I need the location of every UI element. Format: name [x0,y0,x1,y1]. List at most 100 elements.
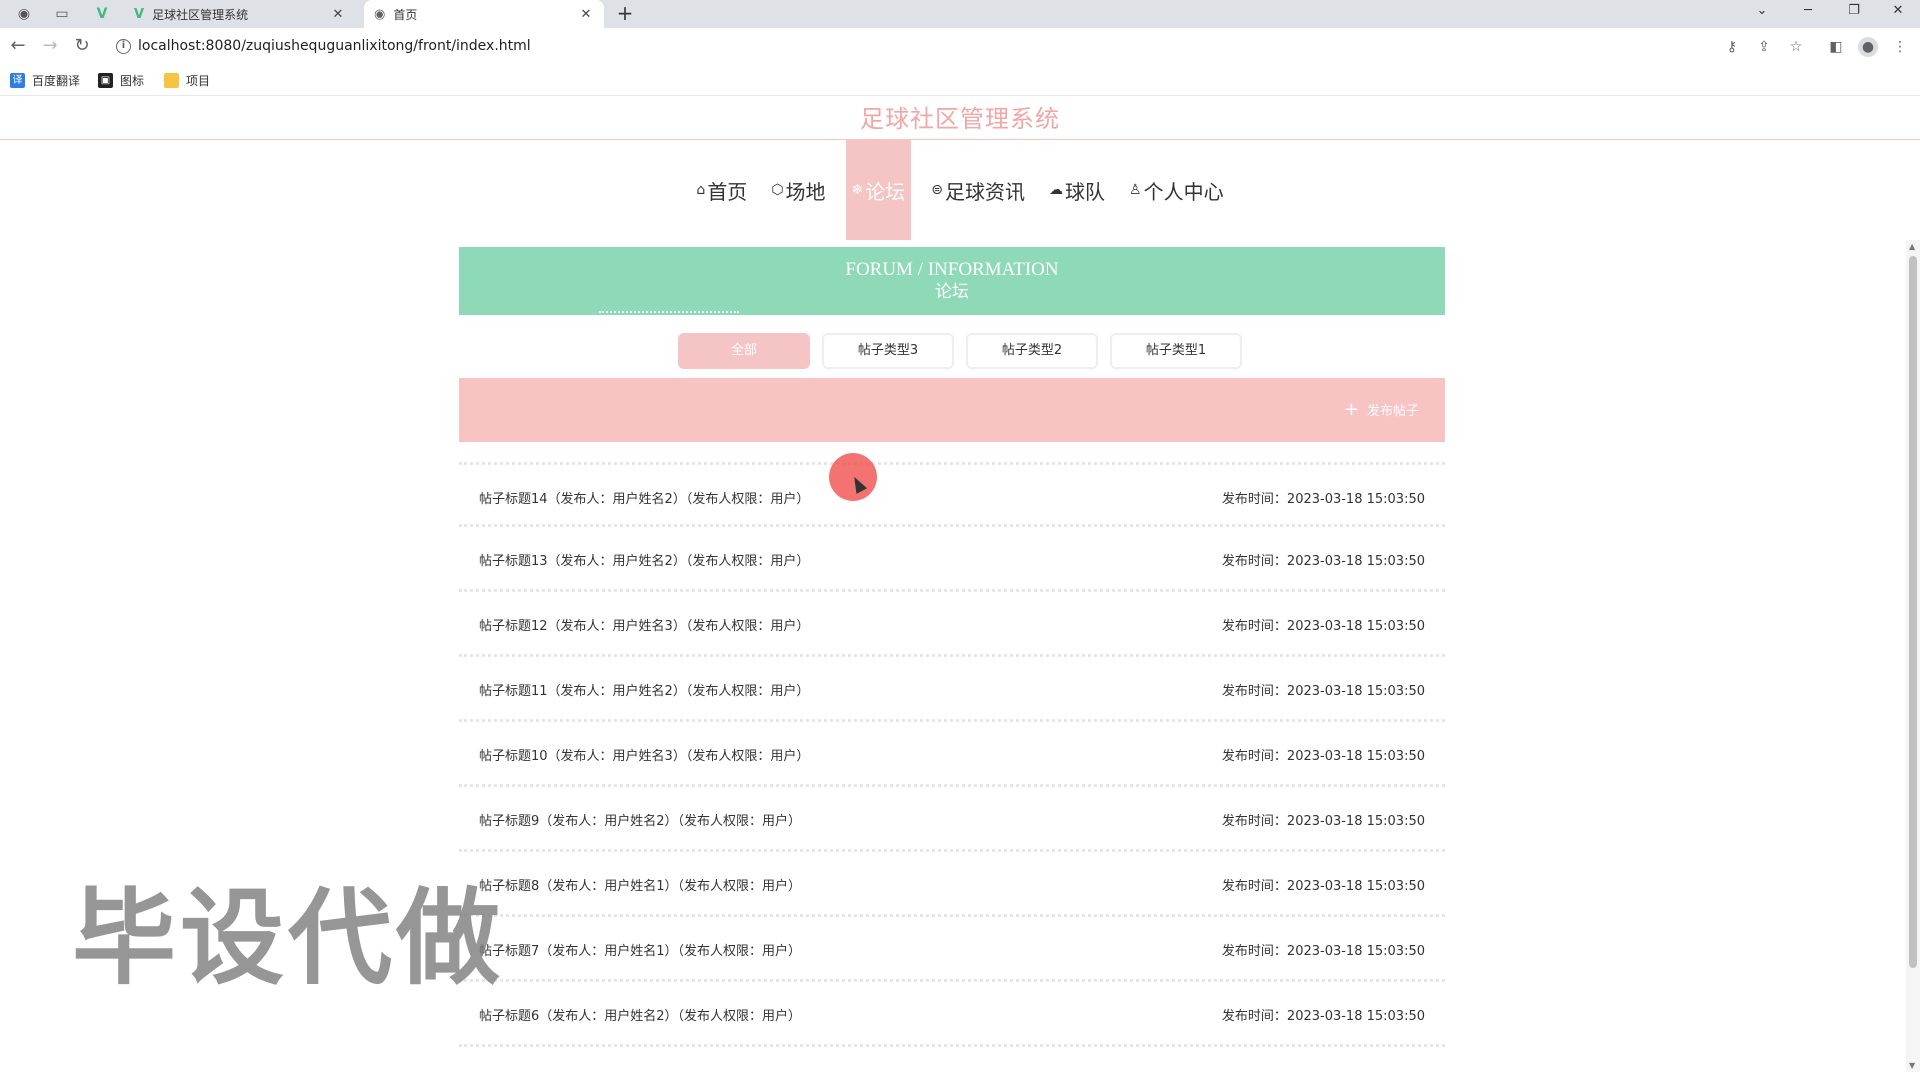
bookmark-baidu-translate[interactable]: 译 百度翻译 [10,72,80,89]
vue-logo-icon: V [134,6,145,22]
tab-search-icon[interactable]: ⌄ [1740,0,1784,24]
nav-item-news[interactable]: ⊜ 足球资讯 [927,140,1029,240]
page-scrollbar[interactable]: ▲ ▼ [1906,240,1920,1072]
globe-icon: ◉ [374,6,386,22]
scroll-down-icon[interactable]: ▼ [1909,1061,1915,1070]
scroll-up-icon[interactable]: ▲ [1909,242,1915,251]
cloud-icon: ☁ [1049,182,1064,198]
bookmark-label: 项目 [186,74,211,88]
list-item[interactable]: 帖子标题6（发布人：用户姓名2）（发布人权限：用户） 发布时间：2023-03-1… [459,982,1445,1047]
post-time: 发布时间：2023-03-18 15:03:50 [1221,944,1425,959]
new-post-label: 发布帖子 [1366,404,1419,419]
window-close-button[interactable]: ✕ [1876,0,1920,24]
nav-label: 球队 [1065,179,1106,204]
bookmarks-bar: 译 百度翻译 ▣ 图标 项目 [0,66,1920,96]
nav-label: 个人中心 [1143,179,1224,204]
home-icon: ⌂ [696,182,706,198]
profile-icon[interactable]: ● [1858,37,1878,57]
user-icon: ♙ [1129,182,1142,198]
post-time: 发布时间：2023-03-18 15:03:50 [1221,814,1425,829]
key-icon[interactable]: ⚷ [1722,37,1742,57]
list-item[interactable]: 帖子标题12（发布人：用户姓名3）（发布人权限：用户） 发布时间：2023-03-… [459,592,1445,657]
post-time: 发布时间：2023-03-18 15:03:50 [1221,879,1425,894]
sidepanel-icon[interactable]: ◧ [1826,37,1846,57]
nav-item-team[interactable]: ☁ 球队 [1045,140,1109,240]
list-item[interactable]: 帖子标题11（发布人：用户姓名2）（发布人权限：用户） 发布时间：2023-03-… [459,657,1445,722]
post-title[interactable]: 帖子标题10（发布人：用户姓名3）（发布人权限：用户） [479,745,809,764]
translate-icon: 译 [10,73,25,88]
post-title[interactable]: 帖子标题14（发布人：用户姓名2）（发布人权限：用户） [479,488,809,507]
new-tab-button[interactable]: + [612,2,638,26]
minimize-button[interactable]: ─ [1786,0,1830,24]
post-title[interactable]: 帖子标题6（发布人：用户姓名2）（发布人权限：用户） [479,1005,801,1024]
filter-all-button[interactable]: 全部 [678,333,810,369]
post-title[interactable]: 帖子标题13（发布人：用户姓名2）（发布人权限：用户） [479,550,809,569]
list-item[interactable]: 帖子标题7（发布人：用户姓名1）（发布人权限：用户） 发布时间：2023-03-1… [459,917,1445,982]
banner-title-cn: 论坛 [935,282,969,302]
list-item[interactable]: 帖子标题14（发布人：用户姓名2）（发布人权限：用户） 发布时间：2023-03-… [459,462,1445,527]
nav-label: 足球资讯 [945,179,1026,204]
banner-divider [599,311,739,313]
watermark: 毕设代做 [72,877,505,999]
cube-icon: ⬡ [771,182,784,198]
url-text[interactable]: localhost:8080/zuqiushequguanlixitong/fr… [138,38,531,54]
category-filters: 全部 帖子类型3 帖子类型2 帖子类型1 [0,333,1920,369]
bookmark-label: 百度翻译 [32,74,81,88]
main-nav: ⌂ 首页 ⬡ 场地 ❄ 论坛 ⊜ 足球资讯 ☁ 球队 ♙ 个人中心 [0,140,1920,240]
post-title[interactable]: 帖子标题11（发布人：用户姓名2）（发布人权限：用户） [479,680,809,699]
reload-icon[interactable]: ↻ [70,35,94,59]
vue-logo-icon[interactable]: V [84,2,120,26]
post-time: 发布时间：2023-03-18 15:03:50 [1221,554,1425,569]
back-icon[interactable]: ← [6,35,30,59]
bookmark-project[interactable]: 项目 [164,72,210,89]
bookmark-icons[interactable]: ▣ 图标 [98,72,144,89]
snowflake-icon: ❄ [851,182,864,198]
post-time: 发布时间：2023-03-18 15:03:50 [1221,492,1425,507]
newspaper-icon: ⊜ [931,182,944,198]
post-title[interactable]: 帖子标题12（发布人：用户姓名3）（发布人权限：用户） [479,615,809,634]
bookmark-label: 图标 [120,74,145,88]
globe-icon[interactable]: ◉ [6,2,42,26]
site-header: 足球社区管理系统 [0,98,1920,140]
info-icon[interactable]: i [116,39,131,54]
nav-item-venue[interactable]: ⬡ 场地 [767,140,829,240]
site-title: 足球社区管理系统 [860,105,1060,133]
nav-item-profile[interactable]: ♙ 个人中心 [1125,140,1228,240]
filter-type3-button[interactable]: 帖子类型3 [822,333,954,369]
menu-icon[interactable]: ⋮ [1890,37,1910,57]
address-bar[interactable]: i localhost:8080/zuqiushequguanlixitong/… [108,32,1780,62]
tab-admin-system[interactable]: V 足球社区管理系统 ✕ [124,0,356,28]
post-title[interactable]: 帖子标题8（发布人：用户姓名1）（发布人权限：用户） [479,875,801,894]
close-icon[interactable]: ✕ [578,7,594,22]
nav-item-home[interactable]: ⌂ 首页 [692,140,751,240]
nav-item-forum[interactable]: ❄ 论坛 [845,140,912,240]
post-time: 发布时间：2023-03-18 15:03:50 [1221,619,1425,634]
plus-icon: + [1343,398,1359,420]
restore-button[interactable]: ❐ [1832,0,1876,24]
post-title[interactable]: 帖子标题7（发布人：用户姓名1）（发布人权限：用户） [479,940,801,959]
new-post-button[interactable]: + 发布帖子 [1344,400,1419,419]
close-icon[interactable]: ✕ [330,7,346,22]
post-time: 发布时间：2023-03-18 15:03:50 [1221,684,1425,699]
scroll-thumb[interactable] [1909,256,1917,968]
tab-title: 首页 [393,7,418,22]
list-item[interactable]: 帖子标题13（发布人：用户姓名2）（发布人权限：用户） 发布时间：2023-03-… [459,527,1445,592]
filter-type2-button[interactable]: 帖子类型2 [966,333,1098,369]
tab-title: 足球社区管理系统 [152,7,249,22]
list-item[interactable]: 帖子标题8（发布人：用户姓名1）（发布人权限：用户） 发布时间：2023-03-1… [459,852,1445,917]
nav-label: 首页 [707,179,748,204]
browser-toolbar: ← → ↻ i localhost:8080/zuqiushequguanlix… [0,28,1920,66]
tab-home[interactable]: ◉ 首页 ✕ [364,0,604,28]
forward-icon[interactable]: → [38,35,62,59]
post-time: 发布时间：2023-03-18 15:03:50 [1221,749,1425,764]
image-icon: ▣ [98,73,113,88]
star-icon[interactable]: ☆ [1786,37,1806,57]
tab-strip: ◉ ▭ V V 足球社区管理系统 ✕ ◉ 首页 ✕ + ⌄ ─ ❐ ✕ [0,0,1920,28]
blank-tab-icon[interactable]: ▭ [44,2,80,26]
list-item[interactable]: 帖子标题10（发布人：用户姓名3）（发布人权限：用户） 发布时间：2023-03-… [459,722,1445,787]
filter-type1-button[interactable]: 帖子类型1 [1110,333,1242,369]
forum-list: 帖子标题14（发布人：用户姓名2）（发布人权限：用户） 发布时间：2023-03-… [459,462,1445,1047]
list-item[interactable]: 帖子标题9（发布人：用户姓名2）（发布人权限：用户） 发布时间：2023-03-1… [459,787,1445,852]
post-title[interactable]: 帖子标题9（发布人：用户姓名2）（发布人权限：用户） [479,810,801,829]
share-icon[interactable]: ⇪ [1754,37,1774,57]
